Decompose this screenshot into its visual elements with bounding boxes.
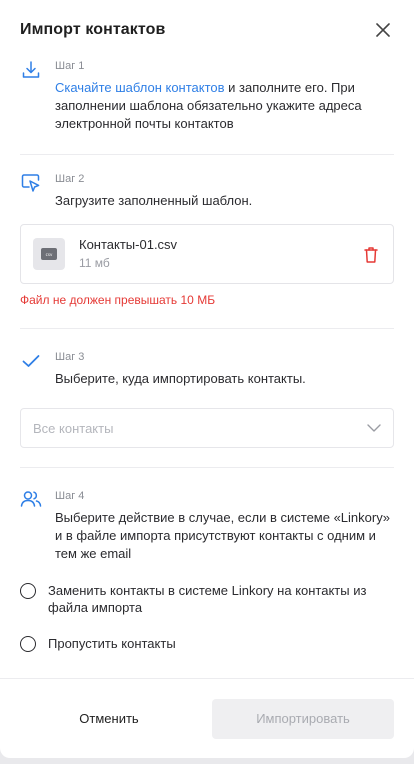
step-2: Шаг 2 Загрузите заполненный шаблон. [20, 173, 394, 210]
import-contacts-dialog: Импорт контактов Шаг 1 Скачайте шаблон к… [0, 0, 414, 758]
step-3: Шаг 3 Выберите, куда импортировать конта… [20, 351, 394, 388]
step-4-label: Шаг 4 [55, 490, 85, 502]
radio-button[interactable] [20, 583, 36, 599]
radio-label: Пропустить контакты [48, 636, 176, 651]
step-4-text: Выберите действие в случае, если в систе… [55, 510, 390, 561]
file-size-error: Файл не должен превышать 10 МБ [20, 293, 216, 307]
divider [20, 467, 394, 468]
cursor-select-icon [21, 174, 40, 192]
file-size: 11 мб [79, 256, 110, 270]
download-icon [22, 61, 40, 78]
csv-file-icon: csv [41, 248, 57, 260]
users-icon [20, 491, 42, 507]
close-icon [376, 23, 390, 37]
step-2-label: Шаг 2 [55, 173, 85, 185]
divider [20, 328, 394, 329]
file-name: Контакты-01.csv [79, 237, 178, 252]
cancel-button[interactable]: Отменить [20, 698, 198, 739]
radio-button[interactable] [20, 636, 36, 652]
uploaded-file-card: csv Контакты-01.csv 11 мб [20, 224, 394, 284]
step-3-label: Шаг 3 [55, 351, 85, 363]
select-value: Все контакты [33, 420, 114, 436]
trash-icon [364, 247, 378, 263]
close-button[interactable] [372, 19, 394, 41]
import-button[interactable]: Импортировать [212, 698, 394, 739]
dialog-title: Импорт контактов [20, 21, 166, 38]
dialog-footer: Отменить Импортировать [0, 678, 414, 758]
checkmark-icon [22, 355, 40, 367]
delete-file-button[interactable] [363, 246, 379, 264]
step-1: Шаг 1 Скачайте шаблон контактов и заполн… [20, 60, 394, 133]
step-1-text: Скачайте шаблон контактов и заполните ег… [55, 79, 394, 133]
dialog-header: Импорт контактов [0, 0, 414, 60]
radio-label: Заменить контакты в системе Linkory на к… [48, 583, 367, 615]
step-3-text: Выберите, куда импортировать контакты. [55, 371, 306, 386]
radio-option-skip[interactable]: Пропустить контакты [20, 635, 394, 652]
file-thumbnail: csv [33, 238, 65, 270]
dialog-body: Шаг 1 Скачайте шаблон контактов и заполн… [0, 60, 414, 652]
step-1-label: Шаг 1 [55, 60, 85, 72]
radio-option-replace[interactable]: Заменить контакты в системе Linkory на к… [20, 582, 394, 616]
divider [20, 154, 394, 155]
step-4: Шаг 4 Выберите действие в случае, если в… [20, 490, 394, 563]
download-template-link[interactable]: Скачайте шаблон контактов [55, 80, 225, 95]
chevron-down-icon [367, 424, 381, 432]
contacts-destination-select[interactable]: Все контакты [20, 408, 394, 448]
step-2-text: Загрузите заполненный шаблон. [55, 193, 253, 208]
